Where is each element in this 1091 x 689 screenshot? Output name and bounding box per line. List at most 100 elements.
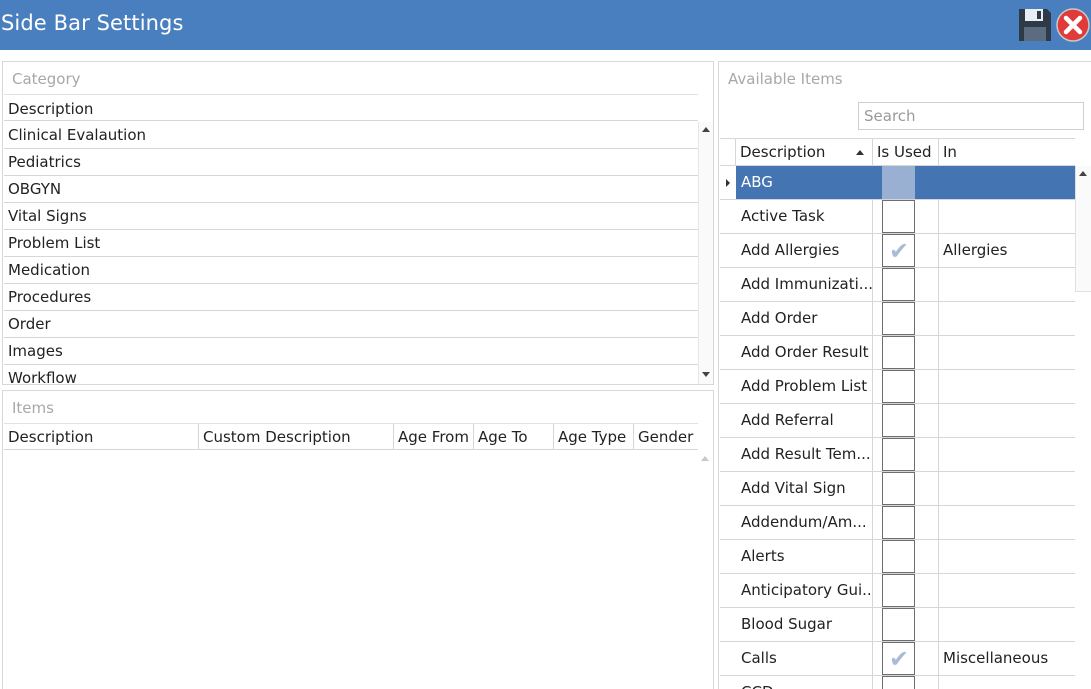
items-col-custom-description[interactable]: Custom Description — [199, 424, 394, 450]
table-row[interactable]: Blood Sugar — [720, 608, 1075, 642]
cell-in[interactable]: Miscellaneous — [939, 642, 1075, 675]
is-used-checkbox[interactable] — [882, 200, 915, 233]
cell-description[interactable]: Add Order — [736, 302, 873, 335]
is-used-checkbox[interactable] — [882, 404, 915, 437]
cell-in[interactable] — [939, 404, 1075, 437]
cell-description[interactable]: Add Allergies — [736, 234, 873, 267]
table-row[interactable]: Active Task — [720, 200, 1075, 234]
cell-in[interactable] — [939, 302, 1075, 335]
table-row[interactable]: Anticipatory Gui... — [720, 574, 1075, 608]
row-indicator[interactable] — [720, 540, 736, 573]
cell-description[interactable]: Add Referral — [736, 404, 873, 437]
cell-description[interactable]: ABG — [736, 166, 873, 199]
table-row[interactable]: Add Problem List — [720, 370, 1075, 404]
items-col-gender[interactable]: Gender — [634, 424, 698, 450]
table-row[interactable]: Addendum/Am... — [720, 506, 1075, 540]
scroll-up-icon[interactable] — [701, 456, 709, 461]
table-row[interactable]: Calls ✔ Miscellaneous — [720, 642, 1075, 676]
cell-in[interactable] — [939, 200, 1075, 233]
category-row[interactable]: Medication — [4, 257, 698, 284]
items-scrollbar[interactable] — [698, 451, 713, 689]
cell-description[interactable]: Add Problem List — [736, 370, 873, 403]
table-row[interactable]: Add Order — [720, 302, 1075, 336]
table-row[interactable]: Add Immunizati... — [720, 268, 1075, 302]
table-row[interactable]: Alerts — [720, 540, 1075, 574]
category-row[interactable]: Procedures — [4, 284, 698, 311]
cell-description[interactable]: Anticipatory Gui... — [736, 574, 873, 607]
available-scrollbar[interactable] — [1075, 166, 1091, 292]
cell-in[interactable] — [939, 506, 1075, 539]
items-col-age-to[interactable]: Age To — [474, 424, 554, 450]
cell-description[interactable]: Add Immunizati... — [736, 268, 873, 301]
cell-description[interactable]: Addendum/Am... — [736, 506, 873, 539]
category-header[interactable]: Description — [4, 94, 698, 121]
is-used-checkbox[interactable] — [882, 676, 915, 689]
category-row[interactable]: OBGYN — [4, 176, 698, 203]
cell-in[interactable] — [939, 166, 1075, 199]
is-used-checkbox[interactable] — [882, 370, 915, 403]
cell-description[interactable]: Add Order Result — [736, 336, 873, 369]
table-row[interactable]: Add Vital Sign — [720, 472, 1075, 506]
cell-description[interactable]: Add Vital Sign — [736, 472, 873, 505]
cell-in[interactable]: Allergies — [939, 234, 1075, 267]
table-row[interactable]: Add Allergies ✔ Allergies — [720, 234, 1075, 268]
table-row[interactable]: Add Result Tem... — [720, 438, 1075, 472]
is-used-checkbox[interactable] — [882, 336, 915, 369]
items-col-description[interactable]: Description — [4, 424, 199, 450]
cell-description[interactable]: Alerts — [736, 540, 873, 573]
cell-in[interactable] — [939, 540, 1075, 573]
category-row[interactable]: Clinical Evalaution — [4, 122, 698, 149]
table-row[interactable]: ABG — [720, 166, 1075, 200]
cell-in[interactable] — [939, 574, 1075, 607]
is-used-checkbox[interactable] — [882, 166, 915, 199]
is-used-checkbox[interactable] — [882, 608, 915, 641]
category-row[interactable]: Pediatrics — [4, 149, 698, 176]
col-in[interactable]: In — [939, 139, 1075, 166]
cell-in[interactable] — [939, 438, 1075, 471]
row-indicator[interactable] — [720, 200, 736, 233]
cell-in[interactable] — [939, 472, 1075, 505]
cell-description[interactable]: Active Task — [736, 200, 873, 233]
cell-in[interactable] — [939, 268, 1075, 301]
cell-description[interactable]: Blood Sugar — [736, 608, 873, 641]
scroll-up-icon[interactable] — [702, 127, 710, 132]
is-used-checkbox[interactable] — [882, 540, 915, 573]
cell-description[interactable]: Add Result Tem... — [736, 438, 873, 471]
row-indicator[interactable] — [720, 336, 736, 369]
items-col-age-from[interactable]: Age From — [394, 424, 474, 450]
scroll-up-icon[interactable] — [1079, 171, 1087, 176]
row-indicator[interactable] — [720, 234, 736, 267]
col-description[interactable]: Description — [736, 139, 873, 166]
category-row[interactable]: Problem List — [4, 230, 698, 257]
category-row[interactable]: Vital Signs — [4, 203, 698, 230]
row-indicator[interactable] — [720, 438, 736, 471]
row-indicator[interactable] — [720, 472, 736, 505]
col-is-used[interactable]: Is Used — [873, 139, 939, 166]
row-indicator[interactable] — [720, 676, 736, 689]
category-scrollbar[interactable] — [698, 122, 713, 384]
category-row[interactable]: Images — [4, 338, 698, 365]
cell-in[interactable] — [939, 370, 1075, 403]
is-used-checkbox[interactable]: ✔ — [882, 642, 915, 675]
row-indicator[interactable] — [720, 506, 736, 539]
items-col-age-type[interactable]: Age Type — [554, 424, 634, 450]
scroll-down-icon[interactable] — [702, 372, 710, 377]
table-row[interactable]: CCD — [720, 676, 1075, 689]
save-button[interactable] — [1016, 6, 1054, 44]
cell-in[interactable] — [939, 676, 1075, 689]
cell-in[interactable] — [939, 608, 1075, 641]
row-indicator[interactable] — [720, 268, 736, 301]
is-used-checkbox[interactable]: ✔ — [882, 234, 915, 267]
cell-description[interactable]: CCD — [736, 676, 873, 689]
row-indicator[interactable] — [720, 370, 736, 403]
table-row[interactable]: Add Referral — [720, 404, 1075, 438]
is-used-checkbox[interactable] — [882, 472, 915, 505]
category-row[interactable]: Order — [4, 311, 698, 338]
is-used-checkbox[interactable] — [882, 506, 915, 539]
cell-in[interactable] — [939, 336, 1075, 369]
search-input[interactable] — [858, 102, 1084, 130]
is-used-checkbox[interactable] — [882, 268, 915, 301]
close-button[interactable] — [1056, 8, 1090, 42]
category-row[interactable]: Workflow — [4, 365, 698, 384]
row-indicator[interactable] — [720, 574, 736, 607]
